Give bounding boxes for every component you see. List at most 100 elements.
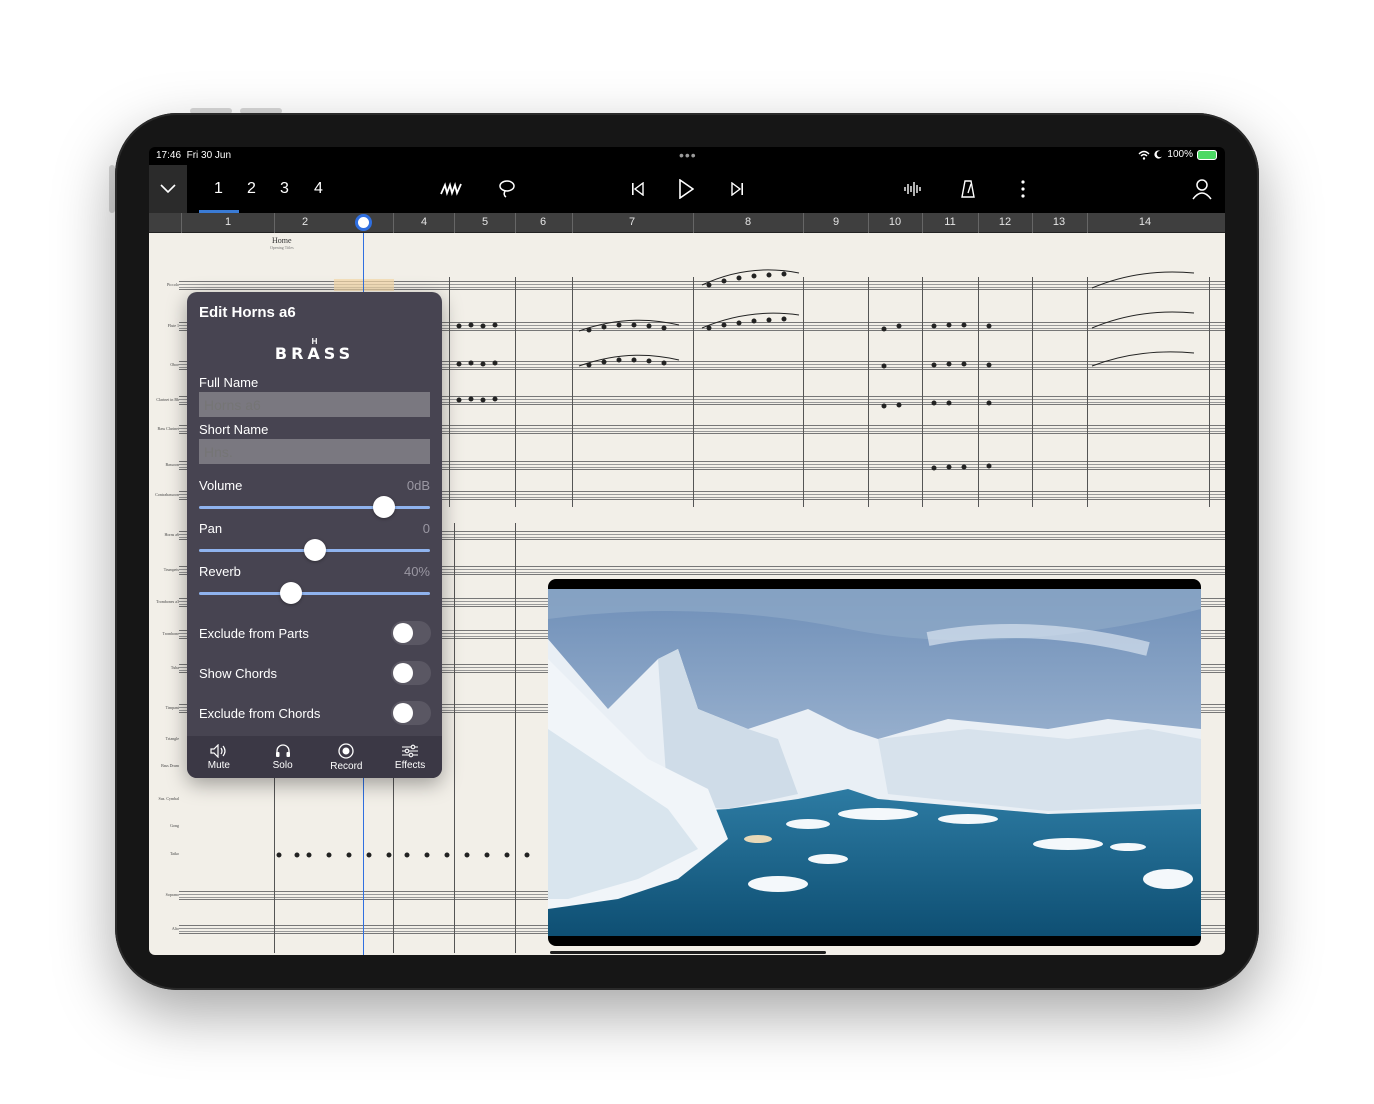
skip-forward-icon bbox=[731, 182, 743, 196]
mixer-button[interactable] bbox=[900, 177, 924, 201]
ruler-measure[interactable]: 4 bbox=[421, 216, 427, 228]
ruler-divider bbox=[978, 213, 979, 233]
ruler-measure[interactable]: 12 bbox=[999, 216, 1011, 228]
record-button[interactable]: Record bbox=[315, 736, 379, 778]
tab-2[interactable]: 2 bbox=[247, 180, 256, 198]
measure-ruler[interactable]: 1 2 4 5 6 7 8 9 10 11 12 13 14 bbox=[149, 213, 1225, 233]
record-label: Record bbox=[330, 760, 363, 772]
ruler-divider bbox=[454, 213, 455, 233]
collapse-button[interactable] bbox=[149, 165, 187, 213]
account-icon bbox=[1192, 179, 1212, 200]
full-name-field[interactable] bbox=[199, 392, 430, 417]
status-indicators: 100% bbox=[1138, 149, 1217, 160]
solo-button[interactable]: Solo bbox=[251, 736, 315, 778]
volume-label: Volume bbox=[199, 478, 243, 493]
panel-title: Edit Horns a6 bbox=[199, 304, 296, 321]
play-button[interactable] bbox=[674, 177, 698, 201]
mixer-icon bbox=[904, 182, 921, 196]
pan-value: 0 bbox=[422, 521, 430, 536]
skip-back-button[interactable] bbox=[626, 177, 650, 201]
mute-button[interactable]: Mute bbox=[187, 736, 251, 778]
status-time: 17:46 bbox=[156, 150, 182, 161]
lasso-icon bbox=[499, 180, 515, 198]
sliders-icon bbox=[402, 744, 419, 757]
reverb-slider[interactable] bbox=[199, 582, 430, 604]
toggle-knob bbox=[393, 623, 413, 643]
more-icon bbox=[1021, 180, 1025, 198]
ruler-divider bbox=[1032, 213, 1033, 233]
ruler-divider bbox=[181, 213, 182, 233]
short-name-label: Short Name bbox=[199, 422, 269, 437]
ruler-measure[interactable]: 8 bbox=[745, 216, 751, 228]
ruler-measure[interactable]: 1 bbox=[225, 216, 231, 228]
tab-1[interactable]: 1 bbox=[214, 180, 223, 198]
ruler-divider bbox=[274, 213, 275, 233]
ruler-measure[interactable]: 14 bbox=[1139, 216, 1151, 228]
reverb-value: 40% bbox=[403, 564, 430, 579]
exclude-from-parts-toggle[interactable] bbox=[391, 621, 431, 645]
effects-button[interactable]: Effects bbox=[378, 736, 442, 778]
skip-forward-button[interactable] bbox=[725, 177, 749, 201]
tab-4[interactable]: 4 bbox=[314, 180, 323, 198]
ruler-measure[interactable]: 5 bbox=[482, 216, 488, 228]
ruler-measure[interactable]: 6 bbox=[540, 216, 546, 228]
brass-logo-text: BRASS bbox=[274, 344, 355, 363]
metronome-button[interactable] bbox=[956, 177, 980, 201]
ruler-divider bbox=[868, 213, 869, 233]
picture-in-picture-video[interactable] bbox=[548, 579, 1201, 946]
app-screen: 17:46 Fri 30 Jun ••• 100% 1 2 3 4 1 2 4 … bbox=[149, 147, 1225, 955]
edit-instrument-panel: Edit Horns a6 H BRASS Full Name Short Na… bbox=[187, 292, 442, 778]
top-toolbar: 1 2 3 4 bbox=[149, 165, 1225, 213]
ruler-measure[interactable]: 11 bbox=[944, 216, 955, 228]
ruler-divider bbox=[572, 213, 573, 233]
wifi-icon bbox=[1138, 150, 1150, 160]
panel-footer-toolbar: Mute Solo Record Effects bbox=[187, 736, 442, 778]
ruler-measure[interactable]: 9 bbox=[833, 216, 839, 228]
full-name-label: Full Name bbox=[199, 375, 259, 390]
short-name-field[interactable] bbox=[199, 439, 430, 464]
toggle-knob bbox=[393, 663, 413, 683]
ruler-measure[interactable]: 7 bbox=[629, 216, 635, 228]
volume-value: 0dB bbox=[406, 478, 430, 493]
status-bar: 17:46 Fri 30 Jun ••• 100% bbox=[149, 147, 1225, 165]
mute-label: Mute bbox=[207, 759, 230, 771]
pan-slider[interactable] bbox=[199, 539, 430, 561]
metronome-icon bbox=[961, 180, 975, 198]
ruler-measure[interactable]: 13 bbox=[1053, 216, 1065, 228]
tab-3[interactable]: 3 bbox=[280, 180, 289, 198]
show-chords-toggle[interactable] bbox=[391, 661, 431, 685]
pan-label: Pan bbox=[199, 521, 223, 536]
exclude-from-chords-toggle[interactable] bbox=[391, 701, 431, 725]
volume-slider-thumb[interactable] bbox=[372, 496, 395, 518]
iceberg-aerial-image bbox=[548, 589, 1201, 936]
exclude-from-parts-label: Exclude from Parts bbox=[199, 626, 309, 641]
account-button[interactable] bbox=[1190, 177, 1214, 201]
playhead-handle[interactable] bbox=[355, 214, 372, 231]
effects-label: Effects bbox=[394, 759, 426, 771]
ruler-divider bbox=[693, 213, 694, 233]
pen-button[interactable] bbox=[439, 177, 463, 201]
record-icon bbox=[338, 742, 355, 759]
lasso-button[interactable] bbox=[495, 177, 519, 201]
headphones-icon bbox=[275, 743, 290, 757]
ruler-measure[interactable]: 2 bbox=[302, 216, 308, 228]
ruler-divider bbox=[922, 213, 923, 233]
ruler-divider bbox=[1087, 213, 1088, 233]
battery-icon bbox=[1197, 149, 1217, 160]
ruler-divider bbox=[803, 213, 804, 233]
ruler-measure[interactable]: 10 bbox=[889, 216, 901, 228]
solo-label: Solo bbox=[272, 759, 293, 771]
brass-library-logo: H BRASS bbox=[237, 338, 392, 364]
pan-slider-thumb[interactable] bbox=[303, 539, 326, 561]
battery-percent: 100% bbox=[1167, 149, 1193, 160]
pen-icon bbox=[440, 182, 462, 196]
reverb-slider-thumb[interactable] bbox=[280, 582, 303, 604]
exclude-from-chords-label: Exclude from Chords bbox=[199, 706, 321, 721]
multitask-dots[interactable]: ••• bbox=[679, 147, 697, 163]
more-button[interactable] bbox=[1011, 177, 1035, 201]
play-icon bbox=[679, 179, 694, 199]
video-progress-bar[interactable] bbox=[550, 951, 826, 954]
toggle-knob bbox=[393, 703, 413, 723]
reverb-label: Reverb bbox=[199, 564, 241, 579]
volume-slider[interactable] bbox=[199, 496, 430, 518]
